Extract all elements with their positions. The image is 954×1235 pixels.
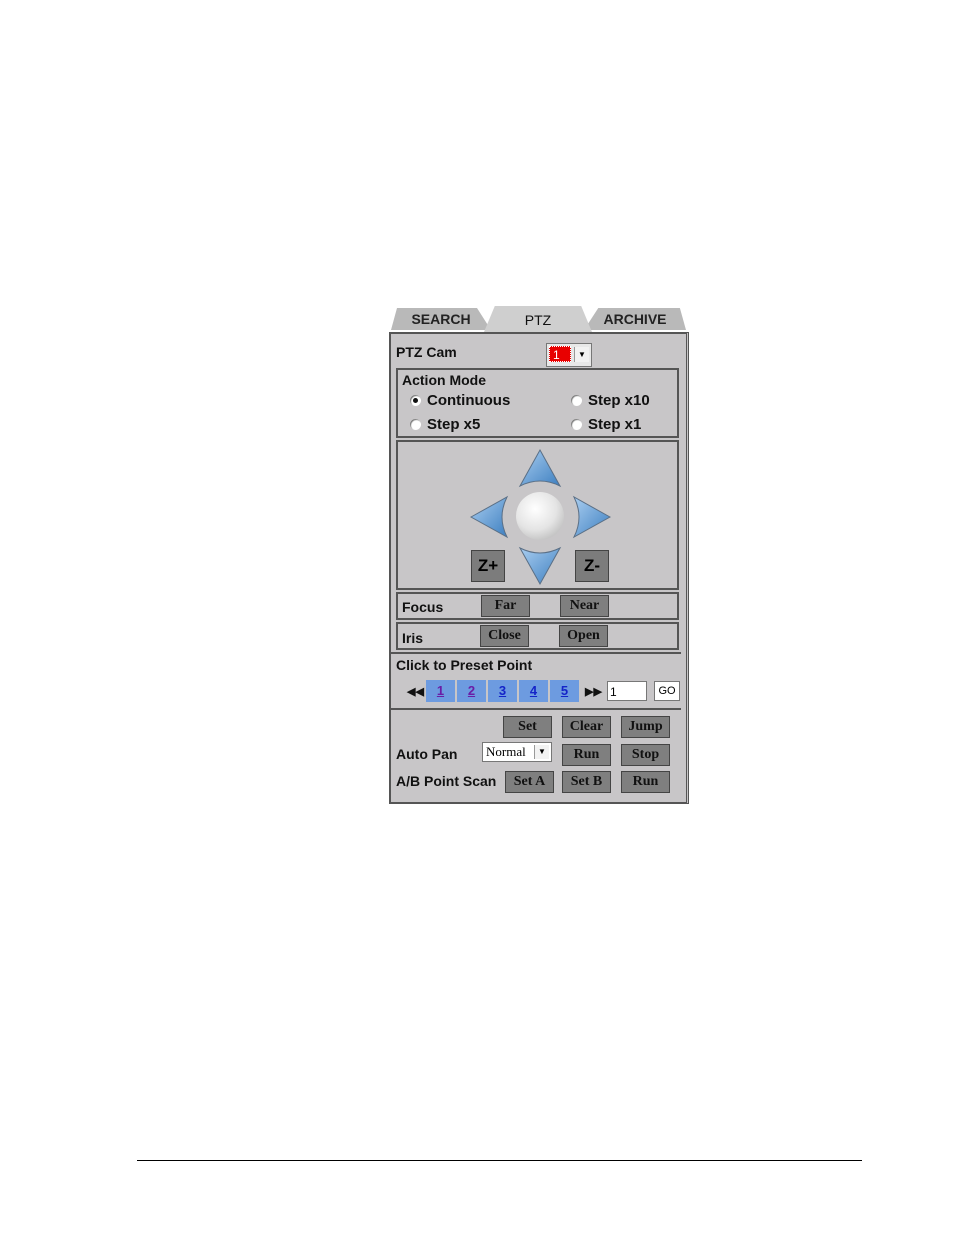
preset-point-2[interactable]: 2 <box>457 680 486 702</box>
preset-set-button[interactable]: Set <box>503 716 552 738</box>
right-arrow-icon[interactable] <box>572 494 612 540</box>
auto-pan-stop-button[interactable]: Stop <box>621 744 670 766</box>
focus-far-button[interactable]: Far <box>481 595 530 617</box>
preset-clear-button[interactable]: Clear <box>562 716 611 738</box>
ab-run-button[interactable]: Run <box>621 771 670 793</box>
go-button[interactable]: GO <box>654 681 680 701</box>
action-mode-title: Action Mode <box>402 372 486 388</box>
radio-step-x5[interactable]: Step x5 <box>410 416 480 433</box>
auto-pan-select[interactable]: Normal ▼ <box>482 742 552 762</box>
radio-step-x10[interactable]: Step x10 <box>571 392 650 409</box>
zoom-out-button[interactable]: Z- <box>575 550 609 582</box>
radio-label: Step x10 <box>588 392 650 409</box>
next-page-icon[interactable]: ▶▶ <box>585 685 602 698</box>
up-arrow-icon[interactable] <box>516 448 564 488</box>
ptz-cam-select[interactable]: 1 ▼ <box>546 343 592 367</box>
chevron-down-icon[interactable]: ▼ <box>534 745 549 759</box>
zoom-in-button[interactable]: Z+ <box>471 550 505 582</box>
radio-icon <box>410 419 421 430</box>
ptz-cam-label: PTZ Cam <box>396 344 457 360</box>
ab-set-a-button[interactable]: Set A <box>505 771 554 793</box>
preset-section: Click to Preset Point ◀◀ 1 2 3 4 5 ▶▶ 1 … <box>393 652 681 708</box>
radio-step-x1[interactable]: Step x1 <box>571 416 641 433</box>
preset-point-3[interactable]: 3 <box>488 680 517 702</box>
tab-search[interactable]: SEARCH <box>391 308 491 330</box>
tab-archive[interactable]: ARCHIVE <box>584 308 686 330</box>
iris-row: Iris Close Open <box>396 622 679 650</box>
action-mode-group: Action Mode Continuous Step x10 Step x5 … <box>396 368 679 438</box>
preset-point-4[interactable]: 4 <box>519 680 548 702</box>
iris-close-button[interactable]: Close <box>480 625 529 647</box>
preset-point-5[interactable]: 5 <box>550 680 579 702</box>
chevron-down-icon[interactable]: ▼ <box>574 347 589 362</box>
iris-open-button[interactable]: Open <box>559 625 608 647</box>
ptz-cam-row: PTZ Cam 1 ▼ <box>393 336 681 367</box>
auto-pan-run-button[interactable]: Run <box>562 744 611 766</box>
radio-selected-icon <box>410 395 421 406</box>
tab-bar: SEARCH ARCHIVE PTZ <box>389 304 688 332</box>
down-arrow-icon[interactable] <box>516 546 564 586</box>
focus-near-button[interactable]: Near <box>560 595 609 617</box>
auto-pan-value: Normal <box>486 744 526 759</box>
home-ball-icon[interactable] <box>516 492 564 540</box>
radio-label: Step x1 <box>588 416 642 433</box>
focus-row: Focus Far Near <box>396 592 679 620</box>
cam-number: 1 <box>549 346 571 362</box>
prev-page-icon[interactable]: ◀◀ <box>407 685 424 698</box>
radio-icon <box>571 395 582 406</box>
iris-label: Iris <box>402 630 424 646</box>
direction-pad: Z+ Z- <box>396 440 679 590</box>
auto-pan-label: Auto Pan <box>396 746 458 762</box>
radio-continuous[interactable]: Continuous <box>410 392 510 409</box>
focus-label: Focus <box>402 599 444 615</box>
pan-scan-section: Set Clear Jump Auto Pan Normal ▼ Run Sto… <box>393 710 681 800</box>
ptz-control-panel: SEARCH ARCHIVE PTZ PTZ Cam 1 ▼ Action Mo… <box>389 304 689 804</box>
ab-scan-label: A/B Point Scan <box>396 773 497 789</box>
preset-number-input[interactable]: 1 <box>607 681 647 701</box>
left-arrow-icon[interactable] <box>469 494 509 540</box>
preset-title: Click to Preset Point <box>396 657 533 673</box>
ab-set-b-button[interactable]: Set B <box>562 771 611 793</box>
preset-point-1[interactable]: 1 <box>426 680 455 702</box>
radio-label: Step x5 <box>427 416 481 433</box>
footer-rule <box>137 1160 862 1161</box>
radio-label: Continuous <box>427 392 511 409</box>
tab-ptz[interactable]: PTZ <box>484 306 592 332</box>
radio-icon <box>571 419 582 430</box>
ptz-panel-body: PTZ Cam 1 ▼ Action Mode Continuous Step … <box>389 332 689 804</box>
preset-jump-button[interactable]: Jump <box>621 716 670 738</box>
